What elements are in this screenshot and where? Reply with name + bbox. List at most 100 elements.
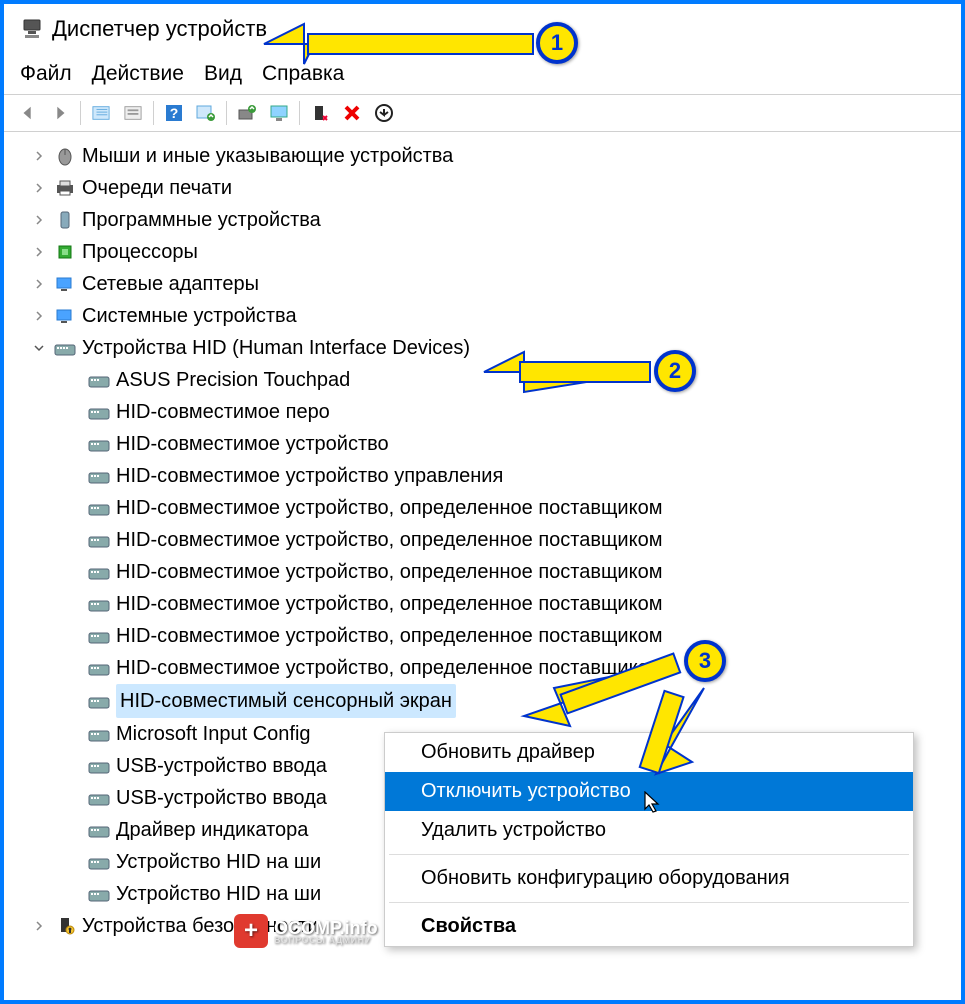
monitor-button[interactable] bbox=[263, 99, 295, 127]
hid-device-label: HID-совместимое устройство, определенное… bbox=[116, 588, 662, 620]
context-separator bbox=[389, 854, 909, 855]
more-button[interactable] bbox=[368, 99, 400, 127]
category-item[interactable]: Программные устройства bbox=[30, 204, 947, 236]
category-label: Очереди печати bbox=[82, 172, 232, 204]
menu-view[interactable]: Вид bbox=[204, 62, 242, 86]
chevron-down-icon[interactable] bbox=[30, 339, 48, 357]
hid-device-icon bbox=[88, 724, 110, 744]
mouse-cursor-icon bbox=[644, 791, 662, 813]
hid-device-item[interactable]: HID-совместимый сенсорный экран bbox=[70, 684, 947, 718]
context-separator bbox=[389, 902, 909, 903]
hid-device-icon bbox=[88, 402, 110, 422]
hid-device-icon bbox=[88, 594, 110, 614]
chevron-right-icon[interactable] bbox=[30, 243, 48, 261]
hid-device-label: HID-совместимое устройство, определенное… bbox=[116, 524, 662, 556]
hid-device-item[interactable]: HID-совместимое устройство, определенное… bbox=[70, 620, 947, 652]
net-icon bbox=[54, 274, 76, 294]
hid-device-item[interactable]: HID-совместимое устройство, определенное… bbox=[70, 652, 947, 684]
update-driver-button[interactable] bbox=[231, 99, 263, 127]
hid-device-icon bbox=[88, 691, 110, 711]
category-label: Системные устройства bbox=[82, 300, 297, 332]
category-label: Мыши и иные указывающие устройства bbox=[82, 140, 453, 172]
device-manager-window: Диспетчер устройств Файл Действие Вид Сп… bbox=[0, 0, 965, 1004]
properties-button[interactable] bbox=[117, 99, 149, 127]
chevron-right-icon[interactable] bbox=[30, 179, 48, 197]
chevron-right-icon[interactable] bbox=[30, 917, 48, 935]
context-properties[interactable]: Свойства bbox=[385, 907, 913, 946]
chevron-right-icon[interactable] bbox=[30, 275, 48, 293]
hid-device-label: Драйвер индикатора bbox=[116, 814, 308, 846]
menu-help[interactable]: Справка bbox=[262, 62, 344, 86]
mouse-icon bbox=[54, 146, 76, 166]
hid-device-icon bbox=[88, 370, 110, 390]
hid-device-item[interactable]: HID-совместимое устройство, определенное… bbox=[70, 556, 947, 588]
cpu-icon bbox=[54, 242, 76, 262]
title-bar: Диспетчер устройств bbox=[4, 4, 961, 54]
hid-device-label: HID-совместимое устройство управления bbox=[116, 460, 503, 492]
hid-device-icon bbox=[88, 530, 110, 550]
hid-device-icon bbox=[88, 466, 110, 486]
hid-device-label: USB-устройство ввода bbox=[116, 782, 327, 814]
category-item[interactable]: Очереди печати bbox=[30, 172, 947, 204]
security-icon bbox=[54, 916, 76, 936]
hid-device-icon bbox=[88, 820, 110, 840]
watermark: + OCOMP.info ВОПРОСЫ АДМИНУ bbox=[234, 914, 378, 948]
forward-button[interactable] bbox=[44, 99, 76, 127]
hid-device-item[interactable]: HID-совместимое устройство, определенное… bbox=[70, 492, 947, 524]
hid-device-label: HID-совместимое перо bbox=[116, 396, 330, 428]
hid-icon bbox=[54, 338, 76, 358]
hid-device-label: Устройство HID на ши bbox=[116, 878, 321, 910]
printer-icon bbox=[54, 178, 76, 198]
hid-device-item[interactable]: ASUS Precision Touchpad bbox=[70, 364, 947, 396]
menu-action[interactable]: Действие bbox=[92, 62, 184, 86]
uninstall-button[interactable] bbox=[336, 99, 368, 127]
show-hidden-button[interactable] bbox=[85, 99, 117, 127]
svg-text:?: ? bbox=[170, 105, 179, 121]
category-label: Программные устройства bbox=[82, 204, 321, 236]
hid-device-item[interactable]: HID-совместимое устройство, определенное… bbox=[70, 524, 947, 556]
category-item[interactable]: Системные устройства bbox=[30, 300, 947, 332]
category-item[interactable]: Сетевые адаптеры bbox=[30, 268, 947, 300]
watermark-subtext: ВОПРОСЫ АДМИНУ bbox=[274, 935, 378, 945]
category-item[interactable]: Процессоры bbox=[30, 236, 947, 268]
hid-device-icon bbox=[88, 756, 110, 776]
hid-device-label: Microsoft Input Config bbox=[116, 718, 311, 750]
hid-device-item[interactable]: HID-совместимое устройство, определенное… bbox=[70, 588, 947, 620]
window-title: Диспетчер устройств bbox=[52, 16, 267, 42]
context-menu: Обновить драйвер Отключить устройство Уд… bbox=[384, 732, 914, 947]
chevron-right-icon[interactable] bbox=[30, 211, 48, 229]
software-icon bbox=[54, 210, 76, 230]
chevron-right-icon[interactable] bbox=[30, 147, 48, 165]
back-button[interactable] bbox=[12, 99, 44, 127]
context-update-driver[interactable]: Обновить драйвер bbox=[385, 733, 913, 772]
help-button[interactable]: ? bbox=[158, 99, 190, 127]
hid-device-icon bbox=[88, 562, 110, 582]
hid-device-icon bbox=[88, 852, 110, 872]
scan-button[interactable] bbox=[190, 99, 222, 127]
hid-device-item[interactable]: HID-совместимое устройство управления bbox=[70, 460, 947, 492]
disable-button[interactable] bbox=[304, 99, 336, 127]
toolbar: ? bbox=[4, 94, 961, 132]
hid-device-icon bbox=[88, 498, 110, 518]
hid-device-label: HID-совместимое устройство, определенное… bbox=[116, 492, 662, 524]
hid-device-item[interactable]: HID-совместимое перо bbox=[70, 396, 947, 428]
hid-device-label: HID-совместимое устройство, определенное… bbox=[116, 652, 662, 684]
hid-device-label: HID-совместимое устройство, определенное… bbox=[116, 556, 662, 588]
category-hid[interactable]: Устройства HID (Human Interface Devices) bbox=[30, 332, 947, 364]
hid-device-label: HID-совместимый сенсорный экран bbox=[116, 684, 456, 718]
context-delete-device[interactable]: Удалить устройство bbox=[385, 811, 913, 850]
context-scan-hardware[interactable]: Обновить конфигурацию оборудования bbox=[385, 859, 913, 898]
chevron-right-icon[interactable] bbox=[30, 307, 48, 325]
hid-device-icon bbox=[88, 788, 110, 808]
hid-device-label: USB-устройство ввода bbox=[116, 750, 327, 782]
menu-file[interactable]: Файл bbox=[20, 62, 72, 86]
watermark-plus-icon: + bbox=[234, 914, 268, 948]
hid-device-label: ASUS Precision Touchpad bbox=[116, 364, 350, 396]
hid-device-item[interactable]: HID-совместимое устройство bbox=[70, 428, 947, 460]
category-label: Процессоры bbox=[82, 236, 198, 268]
sys-icon bbox=[54, 306, 76, 326]
category-label: Сетевые адаптеры bbox=[82, 268, 259, 300]
category-item[interactable]: Мыши и иные указывающие устройства bbox=[30, 140, 947, 172]
hid-device-icon bbox=[88, 626, 110, 646]
hid-device-icon bbox=[88, 658, 110, 678]
